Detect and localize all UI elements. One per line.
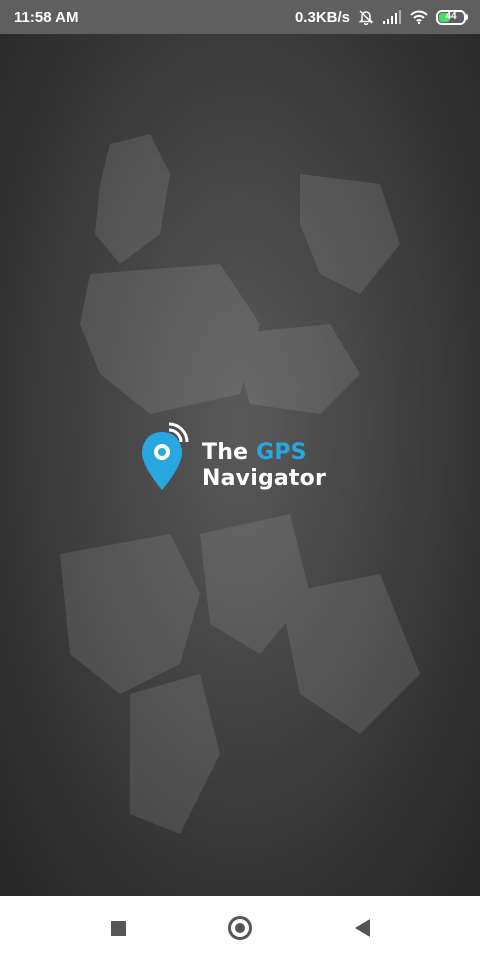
navigation-bar (0, 896, 480, 960)
logo-word-navigator: Navigator (202, 466, 327, 491)
location-pin-signal-icon (142, 422, 189, 490)
home-button[interactable] (220, 908, 260, 948)
home-circle-icon (228, 916, 252, 940)
status-icons: 0.3KB/s 44 (295, 9, 468, 26)
status-bar: 11:58 AM 0.3KB/s 44 (0, 0, 480, 34)
silent-bell-icon (358, 9, 374, 25)
battery-icon: 44 (436, 9, 468, 25)
network-speed: 0.3KB/s (294, 8, 350, 26)
app-logo: The GPS Navigator (140, 422, 350, 502)
signal-bars-icon (382, 10, 402, 24)
recents-button[interactable] (98, 908, 138, 948)
back-button[interactable] (342, 908, 382, 948)
status-time: 11:58 AM (14, 8, 79, 26)
battery-level: 44 (445, 11, 457, 22)
recents-square-icon (110, 920, 126, 936)
wifi-icon (410, 10, 428, 24)
logo-word-the: The (202, 440, 249, 465)
back-triangle-icon (354, 919, 370, 937)
logo-text: The GPS Navigator (202, 440, 326, 492)
splash-screen: The GPS Navigator (0, 34, 480, 896)
logo-word-gps: GPS (256, 440, 307, 465)
